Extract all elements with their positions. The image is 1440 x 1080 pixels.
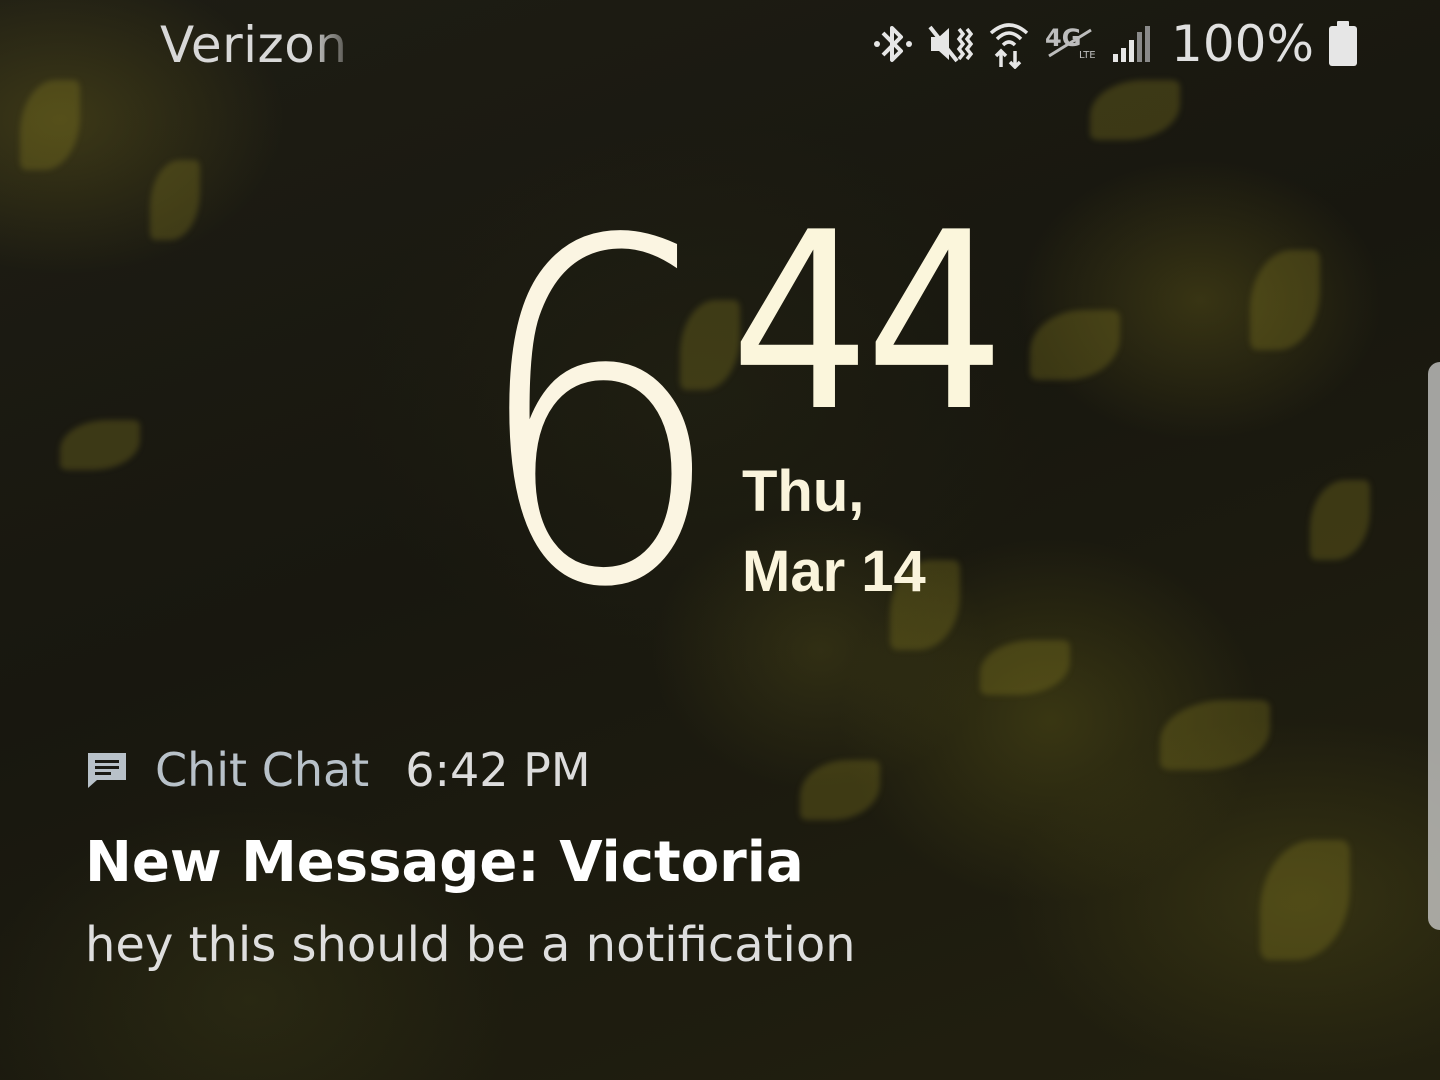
clock-date: Thu, Mar 14 xyxy=(742,452,926,612)
wallpaper-leaf xyxy=(980,640,1070,695)
lock-screen: Verizon W xyxy=(0,0,1440,1080)
clock-hour: 6 xyxy=(470,143,727,690)
message-notification[interactable]: Chit Chat 6:42 PM New Message: Victoria … xyxy=(85,740,1285,973)
notification-app-name: Chit Chat xyxy=(155,743,370,797)
message-icon xyxy=(85,748,129,792)
lock-screen-clock: 6 44 Thu, Mar 14 xyxy=(0,0,1440,652)
clock-month-day: Mar 14 xyxy=(742,539,926,604)
notification-title: New Message: Victoria xyxy=(85,830,804,895)
notification-time: 6:42 PM xyxy=(405,743,591,797)
notification-header: Chit Chat 6:42 PM xyxy=(85,740,1285,800)
edge-panel-handle[interactable] xyxy=(1428,362,1440,930)
notification-body: hey this should be a notification xyxy=(85,917,856,973)
clock-minutes: 44 xyxy=(730,180,1005,465)
clock-day: Thu, xyxy=(742,459,865,524)
